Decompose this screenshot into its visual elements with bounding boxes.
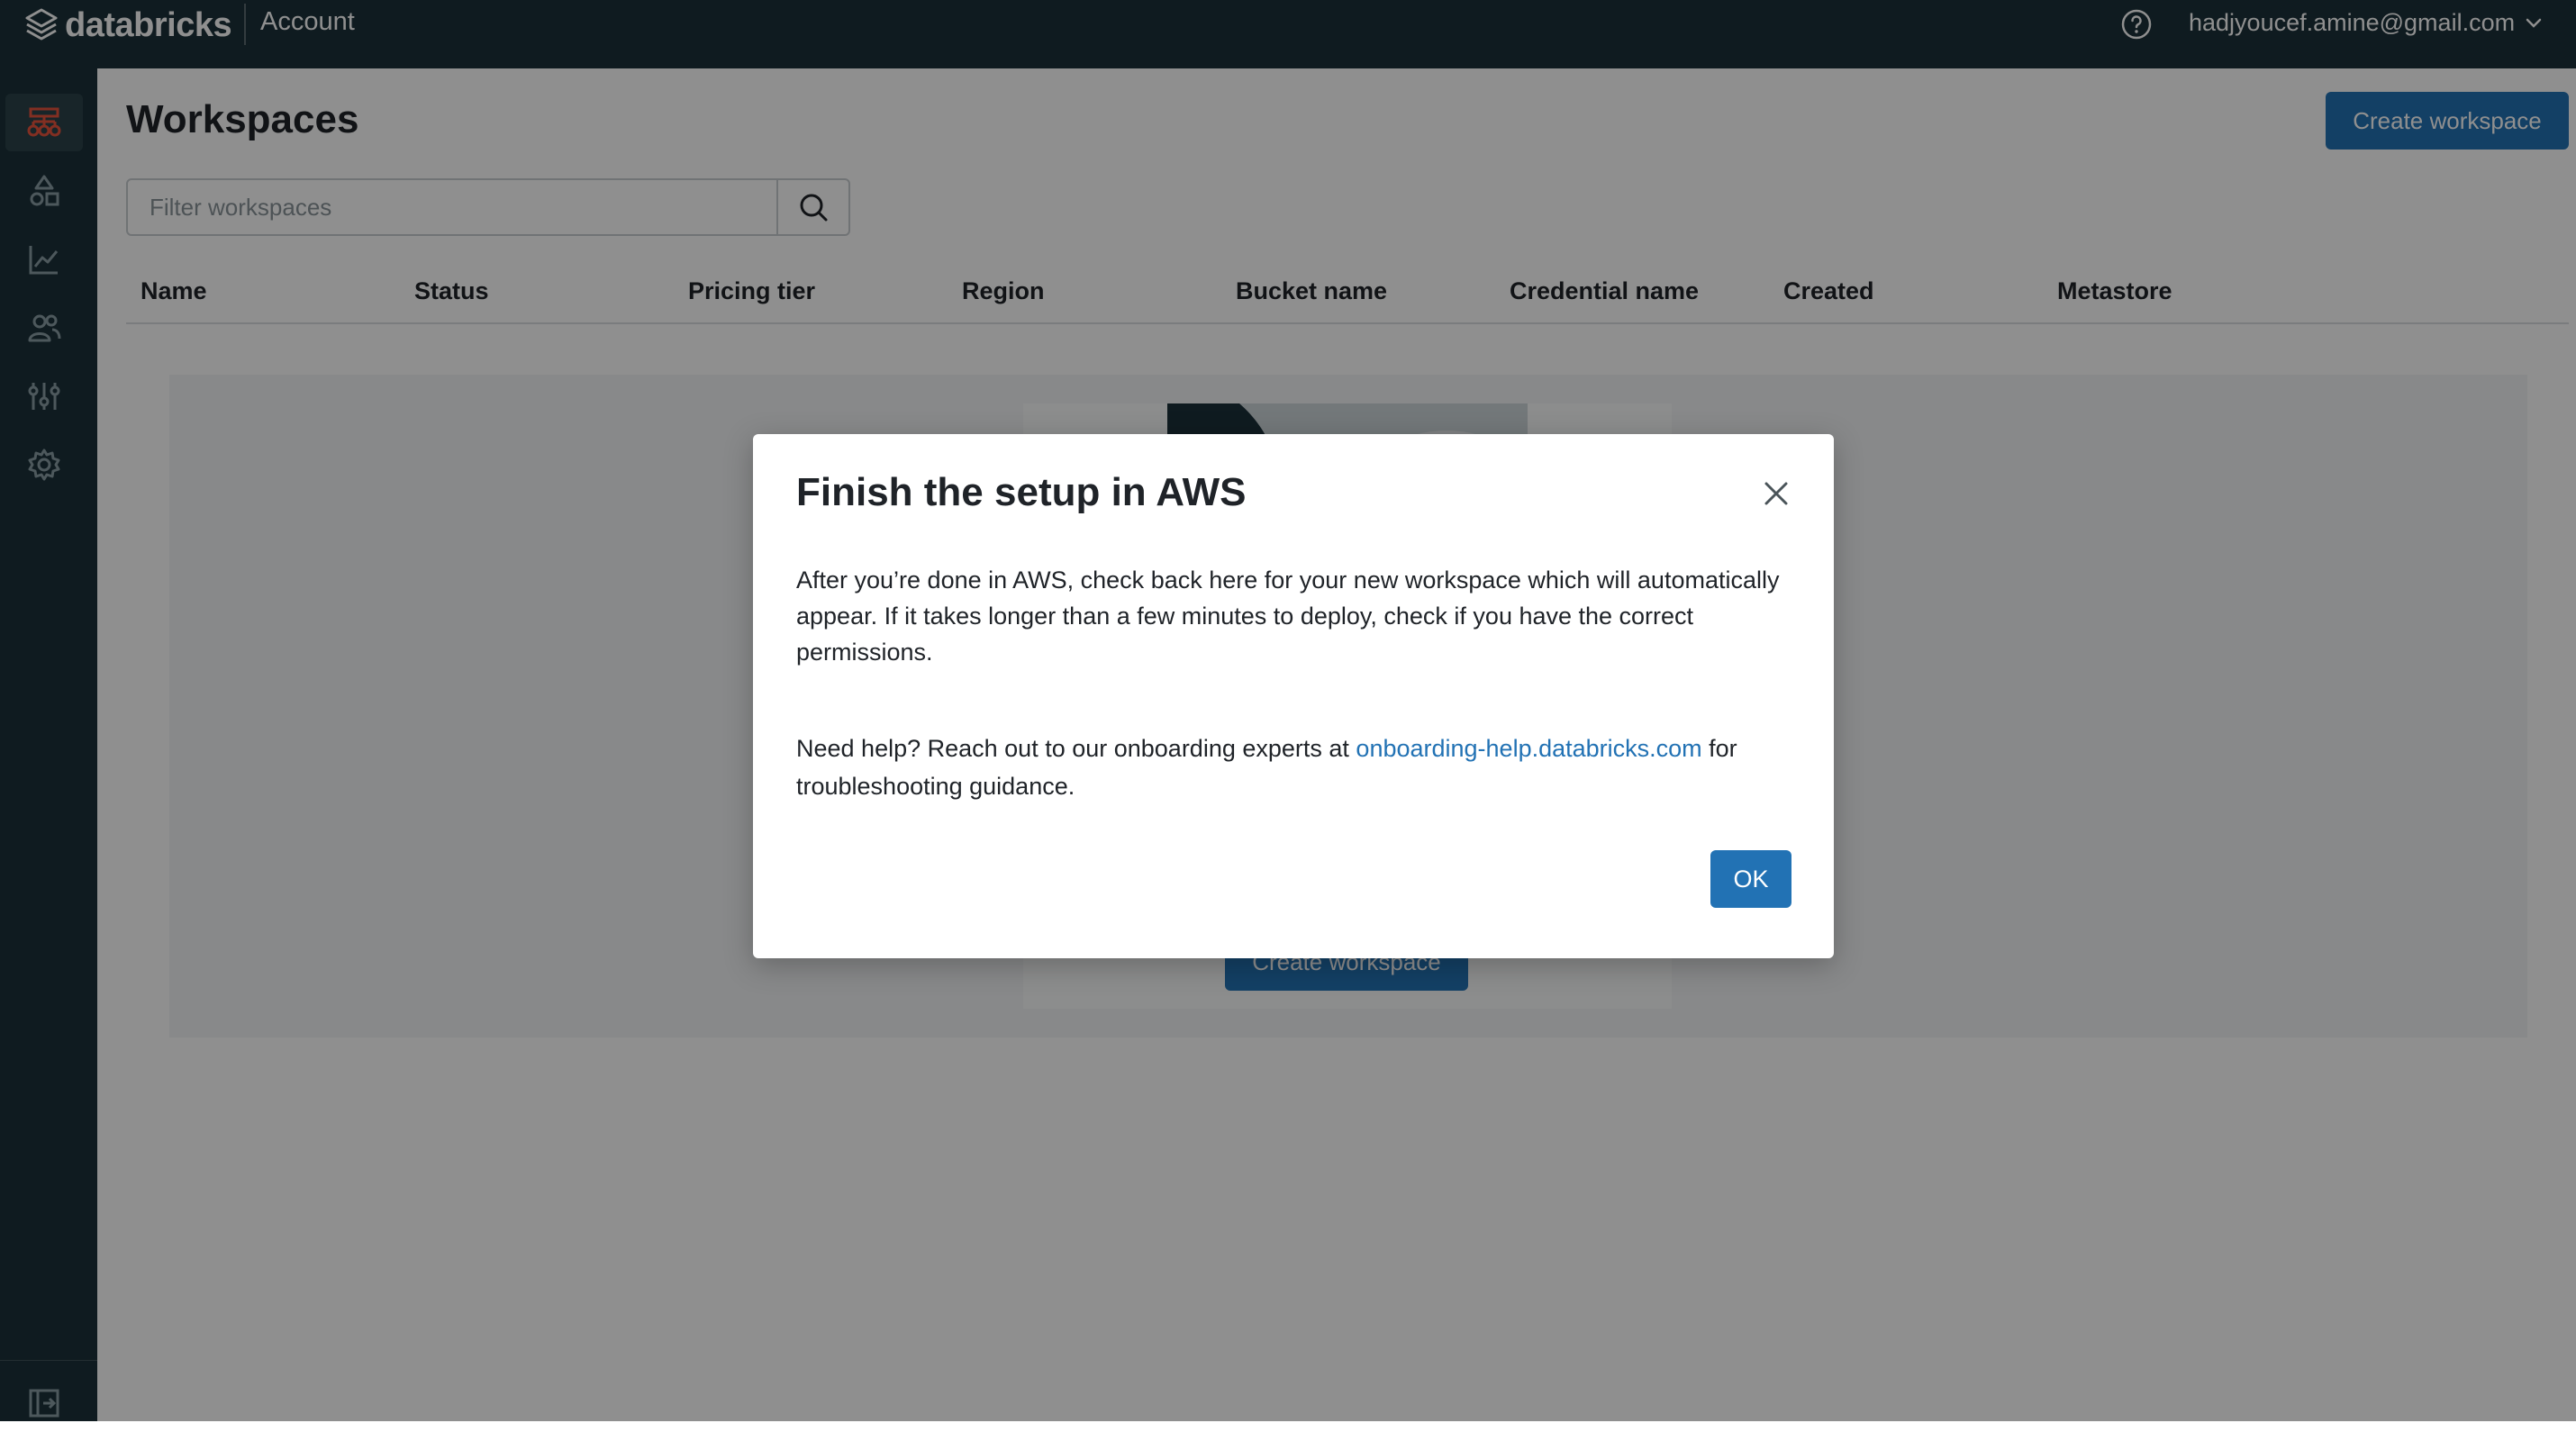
onboarding-help-link[interactable]: onboarding-help.databricks.com	[1356, 735, 1701, 762]
dialog-body-text: After you’re done in AWS, check back her…	[796, 566, 1780, 666]
dialog-title: Finish the setup in AWS	[796, 470, 1247, 514]
close-icon	[1764, 482, 1788, 505]
ok-button[interactable]: OK	[1710, 850, 1791, 908]
help-text-prefix: Need help? Reach out to our onboarding e…	[796, 735, 1356, 762]
dialog-help-text: Need help? Reach out to our onboarding e…	[796, 730, 1796, 805]
finish-setup-dialog: Finish the setup in AWS After you’re don…	[753, 434, 1834, 958]
close-dialog-button[interactable]	[1760, 477, 1792, 510]
